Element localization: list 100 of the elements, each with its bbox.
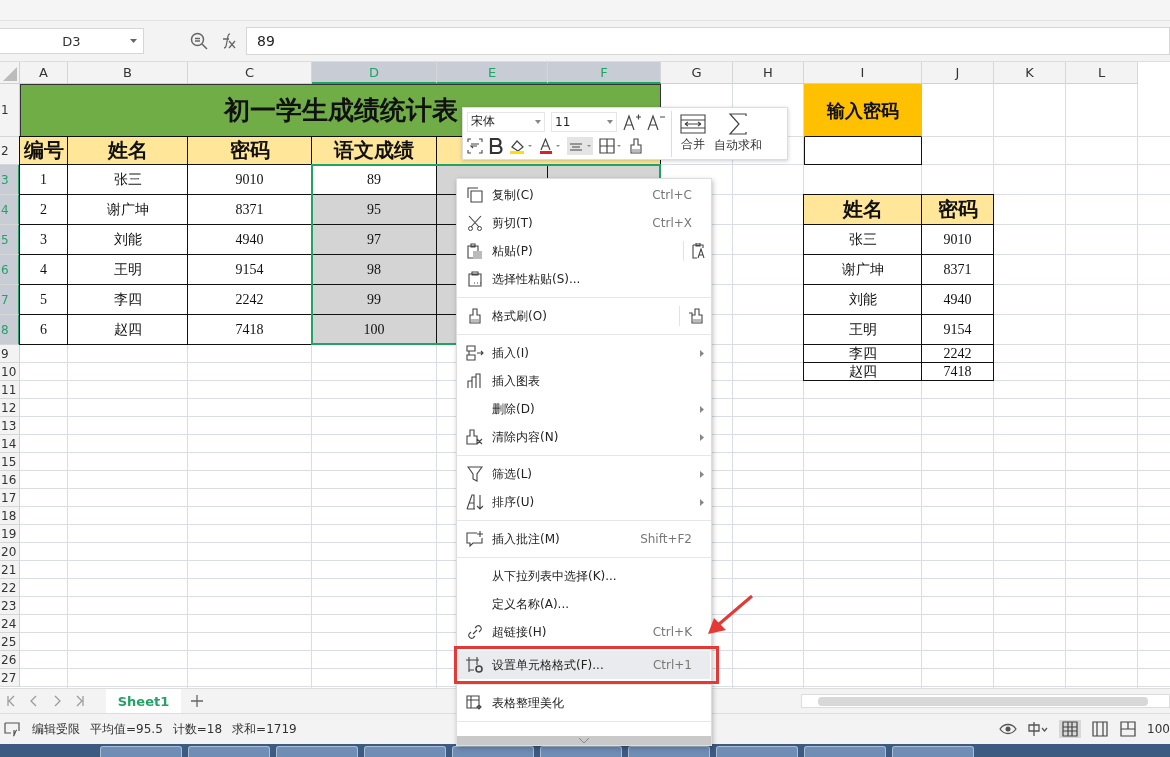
sheet-nav-icon[interactable]: [6, 695, 16, 707]
menu-item[interactable]: 设置单元格格式(F)... Ctrl+1: [458, 651, 710, 679]
normal-view-icon[interactable]: [1059, 720, 1082, 738]
column-header[interactable]: L: [1066, 62, 1138, 84]
row-header[interactable]: 1: [0, 84, 20, 137]
bar-chart-icon: [467, 373, 483, 389]
menu-item[interactable]: 粘贴(P): [458, 237, 710, 265]
selection-stat: 求和=1719: [232, 720, 297, 738]
row-header[interactable]: 2: [0, 137, 20, 165]
column-header[interactable]: K: [994, 62, 1066, 84]
row-header[interactable]: 10: [0, 363, 20, 381]
link-icon: [467, 624, 483, 640]
row-header[interactable]: 24: [0, 615, 20, 633]
merge-button[interactable]: 合并: [680, 114, 706, 153]
paste-text-icon[interactable]: [692, 243, 706, 259]
bold-icon[interactable]: [489, 137, 503, 154]
row-header[interactable]: 19: [0, 525, 20, 543]
row-header[interactable]: 21: [0, 561, 20, 579]
table-cell: 6: [19, 314, 68, 345]
border-icon[interactable]: [599, 137, 623, 154]
copy-icon: [467, 187, 483, 203]
column-header[interactable]: A: [20, 62, 68, 84]
font-color-icon[interactable]: [539, 137, 561, 154]
menu-item[interactable]: 删除(D): [458, 395, 710, 423]
formula-field[interactable]: 89: [246, 27, 1170, 55]
caret-icon: [130, 39, 137, 43]
zoom-level[interactable]: 100: [1147, 722, 1170, 736]
row-header[interactable]: 26: [0, 651, 20, 669]
add-sheet-icon[interactable]: [191, 695, 203, 707]
row-header[interactable]: 23: [0, 597, 20, 615]
scissors-icon: [467, 215, 483, 231]
column-header[interactable]: C: [188, 62, 312, 84]
font-grow-icon[interactable]: [623, 113, 641, 130]
font-size-field[interactable]: 11: [551, 111, 617, 132]
row-header[interactable]: 18: [0, 507, 20, 525]
align-icon[interactable]: [567, 136, 593, 155]
selection-stat: 计数=18: [172, 720, 223, 738]
row-header[interactable]: 22: [0, 579, 20, 597]
caret-down-icon: [579, 738, 589, 743]
table-cell: 95: [311, 194, 437, 225]
zoom-icon[interactable]: [190, 32, 208, 50]
macro-icon[interactable]: [4, 721, 22, 737]
table-header: 密码: [921, 194, 994, 225]
table-header: 密码: [187, 136, 312, 165]
row-header[interactable]: 16: [0, 471, 20, 489]
password-label: 输入密码: [804, 84, 922, 137]
column-header[interactable]: I: [804, 62, 922, 84]
font-field[interactable]: 宋体: [467, 111, 545, 132]
page-break-icon[interactable]: [1119, 720, 1138, 738]
menu-item[interactable]: 插入(I): [458, 339, 710, 367]
menu-item[interactable]: 剪切(T) Ctrl+X: [458, 209, 710, 237]
table-header: 语文成绩: [311, 136, 437, 165]
column-header[interactable]: B: [68, 62, 188, 84]
wrap-icon[interactable]: [467, 137, 483, 154]
input-method-icon[interactable]: [1027, 722, 1050, 736]
menu-item[interactable]: 插入批注(M) Shift+F2: [458, 525, 710, 553]
column-header[interactable]: G: [661, 62, 733, 84]
menu-item[interactable]: 表格整理美化: [458, 689, 710, 717]
brush-icon[interactable]: [688, 308, 706, 324]
menu-item[interactable]: 选择性粘贴(S)...: [458, 265, 710, 293]
autosum-button[interactable]: 自动求和: [714, 113, 762, 154]
menu-item[interactable]: 筛选(L): [458, 460, 710, 488]
menu-item[interactable]: 定义名称(A)...: [458, 590, 710, 618]
font-shrink-icon[interactable]: [647, 113, 665, 130]
menu-item[interactable]: 清除内容(N): [458, 423, 710, 451]
row-header[interactable]: 14: [0, 435, 20, 453]
row-header[interactable]: 15: [0, 453, 20, 471]
row-header[interactable]: 9: [0, 345, 20, 363]
format-painter-icon[interactable]: [629, 137, 643, 154]
row-header[interactable]: 17: [0, 489, 20, 507]
column-header[interactable]: H: [733, 62, 804, 84]
selection-stat: 平均值=95.5: [90, 720, 163, 738]
menu-item[interactable]: 超链接(H) Ctrl+K: [458, 618, 710, 646]
row-header[interactable]: 27: [0, 669, 20, 687]
table-header: 姓名: [803, 194, 922, 225]
row-header[interactable]: 25: [0, 633, 20, 651]
input-cell[interactable]: [804, 137, 922, 165]
menu-item[interactable]: 插入图表: [458, 367, 710, 395]
sheet-nav-icon[interactable]: [75, 695, 85, 707]
name-box[interactable]: D3: [0, 28, 144, 54]
row-header[interactable]: 13: [0, 417, 20, 435]
column-header[interactable]: J: [922, 62, 994, 84]
caret-icon: [607, 119, 613, 124]
table-cell: 100: [311, 314, 437, 345]
row-header[interactable]: 12: [0, 399, 20, 417]
sheet-nav-icon[interactable]: [29, 695, 39, 707]
table-cell: 98: [311, 254, 437, 285]
sheet-nav-icon[interactable]: [52, 695, 62, 707]
menu-item[interactable]: 复制(C) Ctrl+C: [458, 181, 710, 209]
menu-item[interactable]: 排序(U): [458, 488, 710, 516]
brush-icon: [468, 308, 482, 324]
row-header[interactable]: 11: [0, 381, 20, 399]
merge-icon: [680, 114, 706, 134]
horizontal-scrollbar[interactable]: [801, 694, 1170, 708]
menu-item[interactable]: 从下拉列表中选择(K)...: [458, 562, 710, 590]
page-layout-icon[interactable]: [1091, 720, 1110, 738]
eye-icon[interactable]: [999, 722, 1018, 736]
row-header[interactable]: 20: [0, 543, 20, 561]
sum-icon: [728, 113, 748, 135]
menu-item[interactable]: 格式刷(O): [458, 302, 710, 330]
